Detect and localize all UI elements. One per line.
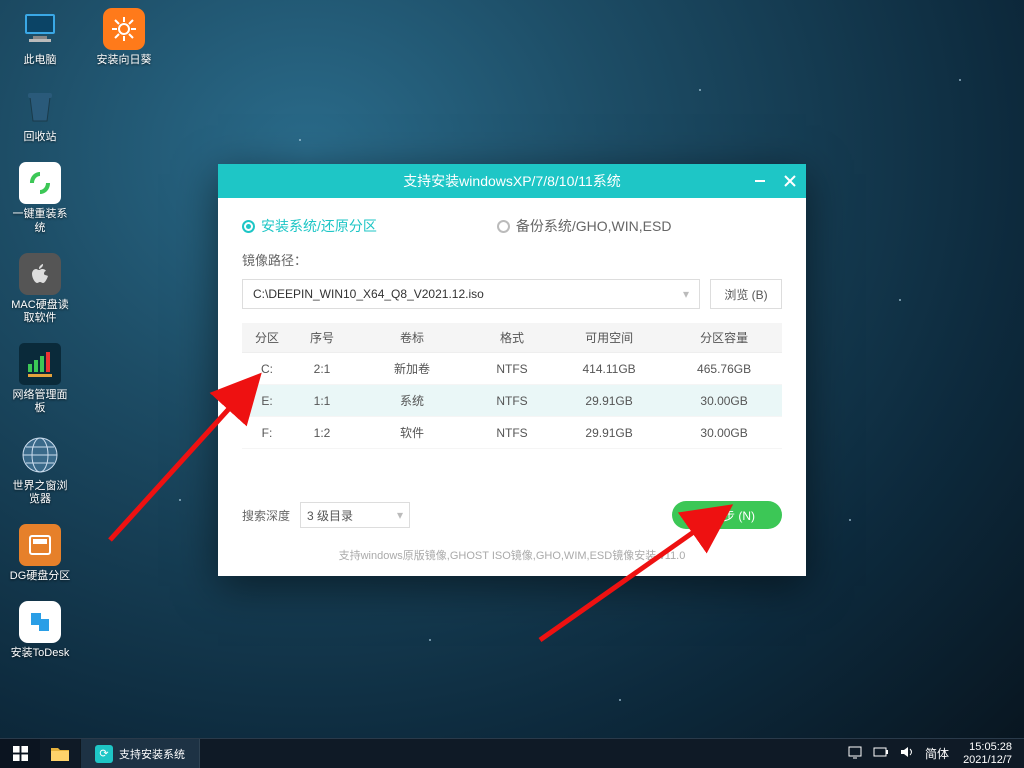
chevron-down-icon: ▾ [397,508,403,522]
installer-icon: ⟳ [95,745,113,763]
partition-table: 分区 序号 卷标 格式 可用空间 分区容量 C:2:1新加卷NTFS414.11… [242,323,782,449]
installer-window: 支持安装windowsXP/7/8/10/11系统 安装系统/还原分区 备份系统… [218,164,806,576]
recycle-bin-icon [19,85,61,127]
network-panel-icon [19,343,61,385]
desktop-icon-todesk[interactable]: 安装ToDesk [8,601,72,660]
taskbar-file-explorer[interactable] [40,739,80,768]
dg-icon [19,524,61,566]
reinstall-icon [19,162,61,204]
close-button[interactable] [780,171,800,191]
titlebar[interactable]: 支持安装windowsXP/7/8/10/11系统 [218,164,806,198]
table-row[interactable]: E:1:1系统NTFS29.91GB30.00GB [242,385,782,417]
radio-backup[interactable]: 备份系统/GHO,WIN,ESD [497,216,672,236]
taskbar: ⟳ 支持安装系统 简体 15:05:28 2021/12/7 [0,738,1024,768]
desktop-icon-mac-disk[interactable]: MAC硬盘读取软件 [8,253,72,325]
col-volume: 卷标 [352,323,472,353]
desktop-icon-reinstall[interactable]: 一键重装系统 [8,162,72,234]
col-partition: 分区 [242,323,292,353]
desktop-icon-network-panel[interactable]: 网络管理面板 [8,343,72,415]
tray-network-icon[interactable] [847,745,863,762]
image-path-combo[interactable]: C:\DEEPIN_WIN10_X64_Q8_V2021.12.iso ▾ [242,279,700,309]
tray-ime[interactable]: 简体 [925,745,949,762]
radio-dot-icon [497,220,510,233]
col-fs: 格式 [472,323,552,353]
monitor-icon [19,8,61,50]
desktop-icon-dg-partition[interactable]: DG硬盘分区 [8,524,72,583]
window-title: 支持安装windowsXP/7/8/10/11系统 [403,171,621,191]
globe-icon [19,434,61,476]
tray-clock[interactable]: 15:05:28 2021/12/7 [959,741,1018,765]
desktop-icon-recycle-bin[interactable]: 回收站 [8,85,72,144]
table-row[interactable]: F:1:2软件NTFS29.91GB30.00GB [242,417,782,449]
table-row[interactable]: C:2:1新加卷NTFS414.11GB465.76GB [242,353,782,385]
search-depth-select[interactable]: 3 级目录 ▾ [300,502,410,528]
chevron-down-icon: ▾ [683,287,689,301]
sunflower-icon [103,8,145,50]
minimize-button[interactable] [750,171,770,191]
search-depth-label: 搜索深度 [242,507,290,524]
apple-icon [19,253,61,295]
tray-volume-icon[interactable] [899,745,915,762]
start-button[interactable] [0,739,40,768]
next-button[interactable]: 下一步 (N) [672,501,782,529]
image-path-label: 镜像路径： [242,250,782,269]
radio-dot-icon [242,220,255,233]
col-index: 序号 [292,323,352,353]
taskbar-task-installer[interactable]: ⟳ 支持安装系统 [80,739,200,768]
col-capacity: 分区容量 [666,323,782,353]
footer-hint: 支持windows原版镜像,GHOST ISO镜像,GHO,WIM,ESD镜像安… [242,547,782,563]
todesk-icon [19,601,61,643]
col-free: 可用空间 [552,323,666,353]
desktop-icon-sunflower[interactable]: 安装向日葵 [92,8,156,67]
radio-install-restore[interactable]: 安装系统/还原分区 [242,216,377,236]
tray-battery-icon[interactable] [873,746,889,761]
browse-button[interactable]: 浏览 (B) [710,279,782,309]
desktop-icon-this-pc[interactable]: 此电脑 [8,8,72,67]
desktop-icon-world-browser[interactable]: 世界之窗浏览器 [8,434,72,506]
